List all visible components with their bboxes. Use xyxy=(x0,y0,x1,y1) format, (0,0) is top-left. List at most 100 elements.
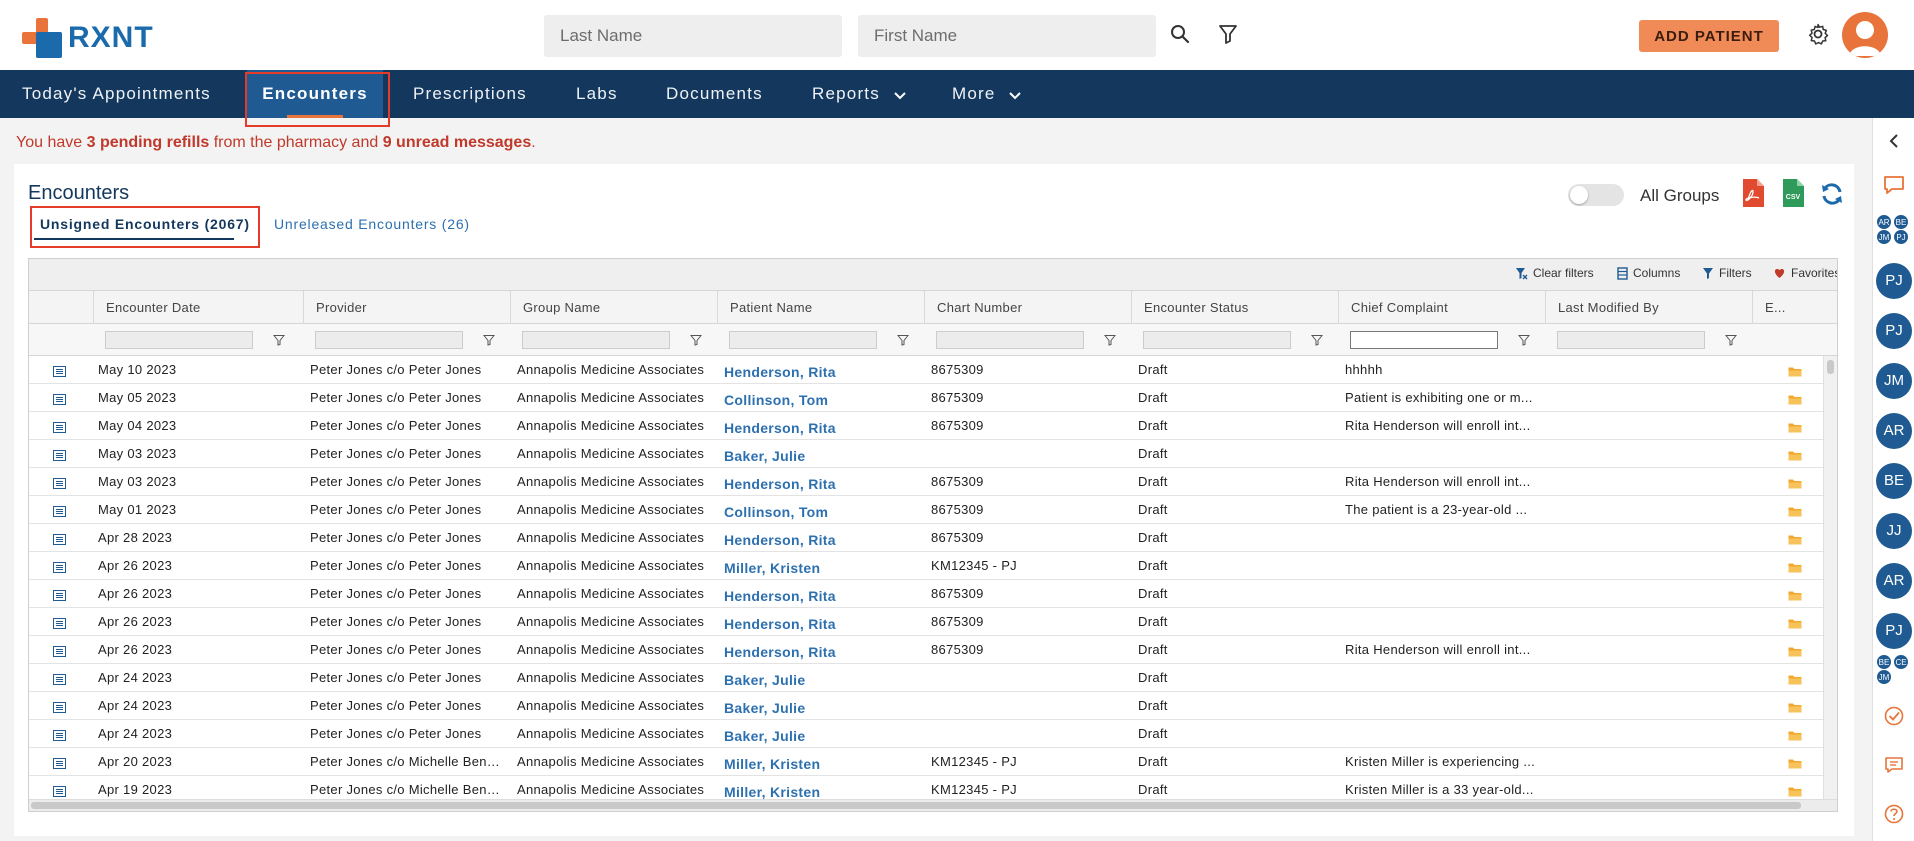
nav-encounters[interactable]: Encounters xyxy=(247,70,383,118)
last-modified-by-filter-input[interactable] xyxy=(1557,331,1705,349)
funnel-icon[interactable] xyxy=(483,334,495,346)
col-header-encounter-status[interactable]: Encounter Status xyxy=(1131,291,1338,324)
horizontal-scrollbar[interactable] xyxy=(29,799,1837,811)
tab-unreleased-encounters[interactable]: Unreleased Encounters (26) xyxy=(274,216,470,232)
table-row[interactable]: May 10 2023 Peter Jones c/o Peter Jones An… xyxy=(29,356,1824,384)
document-list-icon[interactable] xyxy=(53,532,66,545)
col-header-chief-complaint[interactable]: Chief Complaint xyxy=(1338,291,1545,324)
table-row[interactable]: Apr 26 2023 Peter Jones c/o Peter Jones An… xyxy=(29,580,1824,608)
folder-icon[interactable] xyxy=(1788,644,1802,657)
document-list-icon[interactable] xyxy=(53,588,66,601)
table-row[interactable]: Apr 19 2023 Peter Jones c/o Michelle Benn… xyxy=(29,776,1824,801)
funnel-icon[interactable] xyxy=(273,334,285,346)
funnel-icon[interactable] xyxy=(1104,334,1116,346)
funnel-icon[interactable] xyxy=(1725,334,1737,346)
nav-reports[interactable]: Reports xyxy=(812,70,906,118)
table-row[interactable]: May 03 2023 Peter Jones c/o Peter Jones An… xyxy=(29,440,1824,468)
table-row[interactable]: Apr 24 2023 Peter Jones c/o Peter Jones An… xyxy=(29,692,1824,720)
folder-icon[interactable] xyxy=(1788,616,1802,629)
rail-avatar[interactable]: AR xyxy=(1876,413,1912,449)
table-row[interactable]: May 05 2023 Peter Jones c/o Peter Jones An… xyxy=(29,384,1824,412)
rxnt-logo[interactable]: RXNT xyxy=(22,18,154,58)
col-header-chart-number[interactable]: Chart Number xyxy=(924,291,1131,324)
rail-avatar[interactable]: PJ xyxy=(1876,313,1912,349)
funnel-icon[interactable] xyxy=(897,334,909,346)
cell-patient-name[interactable]: Henderson, Rita xyxy=(724,470,919,498)
clear-filters-button[interactable]: Clear filters xyxy=(1515,266,1594,280)
funnel-icon[interactable] xyxy=(1311,334,1323,346)
table-row[interactable]: Apr 28 2023 Peter Jones c/o Peter Jones An… xyxy=(29,524,1824,552)
rail-avatar[interactable]: PJ xyxy=(1876,613,1912,649)
pending-refills-link[interactable]: 3 pending refills xyxy=(87,134,210,151)
document-list-icon[interactable] xyxy=(53,560,66,573)
rail-avatar[interactable]: AR xyxy=(1876,563,1912,599)
filters-button[interactable]: Filters xyxy=(1702,266,1752,280)
table-row[interactable]: Apr 24 2023 Peter Jones c/o Peter Jones An… xyxy=(29,720,1824,748)
user-avatar[interactable] xyxy=(1842,12,1888,58)
folder-icon[interactable] xyxy=(1788,588,1802,601)
col-header-provider[interactable]: Provider xyxy=(303,291,510,324)
add-patient-button[interactable]: ADD PATIENT xyxy=(1639,20,1779,52)
csv-icon[interactable]: CSV xyxy=(1781,178,1805,208)
document-list-icon[interactable] xyxy=(53,364,66,377)
document-list-icon[interactable] xyxy=(53,392,66,405)
col-header-patient-name[interactable]: Patient Name xyxy=(717,291,924,324)
cell-patient-name[interactable]: Henderson, Rita xyxy=(724,638,919,666)
funnel-icon[interactable] xyxy=(1518,334,1530,346)
chief-complaint-filter-input[interactable] xyxy=(1350,331,1498,349)
document-list-icon[interactable] xyxy=(53,476,66,489)
table-row[interactable]: Apr 26 2023 Peter Jones c/o Peter Jones An… xyxy=(29,552,1824,580)
table-row[interactable]: Apr 24 2023 Peter Jones c/o Peter Jones An… xyxy=(29,664,1824,692)
nav-prescriptions[interactable]: Prescriptions xyxy=(413,70,527,118)
folder-icon[interactable] xyxy=(1788,756,1802,769)
last-name-search-input[interactable] xyxy=(544,15,842,57)
cell-patient-name[interactable]: Henderson, Rita xyxy=(724,610,919,638)
cell-patient-name[interactable]: Collinson, Tom xyxy=(724,386,919,414)
col-header-group-name[interactable]: Group Name xyxy=(510,291,717,324)
document-list-icon[interactable] xyxy=(53,616,66,629)
funnel-icon[interactable] xyxy=(690,334,702,346)
cell-patient-name[interactable]: Baker, Julie xyxy=(724,442,919,470)
message-icon[interactable] xyxy=(1883,754,1905,776)
chart-number-filter-input[interactable] xyxy=(936,331,1084,349)
folder-icon[interactable] xyxy=(1788,392,1802,405)
help-icon[interactable] xyxy=(1883,803,1905,825)
cell-patient-name[interactable]: Miller, Kristen xyxy=(724,778,919,801)
cell-patient-name[interactable]: Baker, Julie xyxy=(724,666,919,694)
folder-icon[interactable] xyxy=(1788,448,1802,461)
cell-patient-name[interactable]: Henderson, Rita xyxy=(724,358,919,386)
document-list-icon[interactable] xyxy=(53,644,66,657)
columns-button[interactable]: Columns xyxy=(1617,266,1680,280)
document-list-icon[interactable] xyxy=(53,504,66,517)
document-list-icon[interactable] xyxy=(53,700,66,713)
table-row[interactable]: Apr 26 2023 Peter Jones c/o Peter Jones An… xyxy=(29,636,1824,664)
folder-icon[interactable] xyxy=(1788,700,1802,713)
table-row[interactable]: Apr 20 2023 Peter Jones c/o Michelle Benn… xyxy=(29,748,1824,776)
vertical-scrollbar[interactable] xyxy=(1823,356,1837,801)
provider-filter-input[interactable] xyxy=(315,331,463,349)
folder-icon[interactable] xyxy=(1788,560,1802,573)
nav-labs[interactable]: Labs xyxy=(576,70,618,118)
cell-patient-name[interactable]: Baker, Julie xyxy=(724,694,919,722)
col-header-extra[interactable]: E... xyxy=(1752,291,1824,324)
scrollbar-thumb[interactable] xyxy=(31,802,1801,809)
nav-more[interactable]: More xyxy=(952,70,1022,118)
unread-messages-link[interactable]: 9 unread messages xyxy=(383,134,532,151)
chevron-left-icon[interactable] xyxy=(1883,130,1905,152)
encounter-date-filter-input[interactable] xyxy=(105,331,253,349)
encounter-status-filter-input[interactable] xyxy=(1143,331,1291,349)
folder-icon[interactable] xyxy=(1788,532,1802,545)
table-row[interactable]: May 04 2023 Peter Jones c/o Peter Jones An… xyxy=(29,412,1824,440)
folder-icon[interactable] xyxy=(1788,364,1802,377)
table-row[interactable]: May 01 2023 Peter Jones c/o Peter Jones An… xyxy=(29,496,1824,524)
first-name-search-input[interactable] xyxy=(858,15,1156,57)
cell-patient-name[interactable]: Miller, Kristen xyxy=(724,750,919,778)
col-header-encounter-date[interactable]: Encounter Date xyxy=(93,291,303,324)
rail-avatar[interactable]: JJ xyxy=(1876,513,1912,549)
document-list-icon[interactable] xyxy=(53,420,66,433)
folder-icon[interactable] xyxy=(1788,672,1802,685)
rail-avatar[interactable]: BE xyxy=(1876,463,1912,499)
rail-avatar[interactable]: PJ xyxy=(1876,263,1912,299)
table-row[interactable]: May 03 2023 Peter Jones c/o Peter Jones An… xyxy=(29,468,1824,496)
cell-patient-name[interactable]: Miller, Kristen xyxy=(724,554,919,582)
